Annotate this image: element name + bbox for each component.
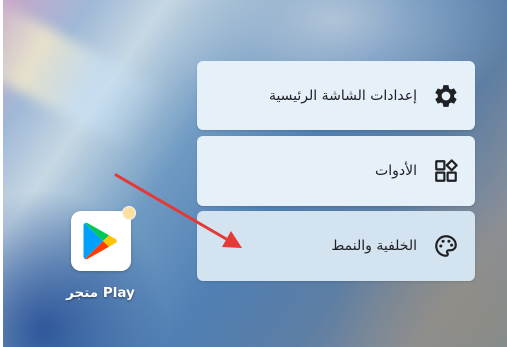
menu-item-label: الخلفية والنمط (331, 238, 417, 254)
palette-icon (435, 235, 457, 257)
menu-item-label: إعدادات الشاشة الرئيسية (268, 87, 417, 104)
notification-dot (121, 206, 136, 220)
app-label: متجر Play (66, 285, 135, 301)
app-play-store[interactable]: متجر Play (53, 206, 148, 310)
wallpaper-light-streak (3, 0, 168, 153)
gear-icon (435, 84, 457, 107)
menu-item-wallpaper-style[interactable]: الخلفية والنمط (197, 211, 475, 281)
menu-item-widgets[interactable]: الأدوات (197, 136, 475, 206)
widgets-icon (435, 159, 458, 182)
menu-item-home-settings[interactable]: إعدادات الشاشة الرئيسية (197, 61, 475, 130)
app-icon-container (70, 206, 136, 271)
menu-item-label: الأدوات (375, 163, 417, 179)
play-store-icon (83, 222, 117, 260)
